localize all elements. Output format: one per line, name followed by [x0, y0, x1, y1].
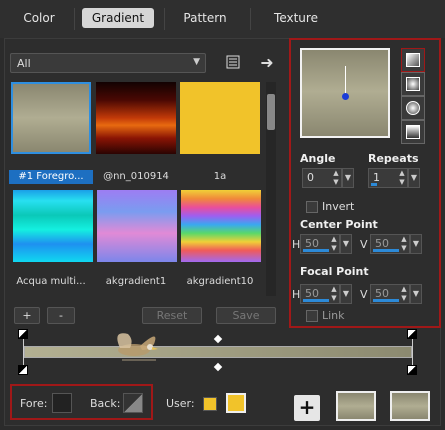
spin-arrows-icon[interactable]: ▲ ▼	[399, 235, 409, 253]
recent-gradient-1[interactable]	[336, 391, 376, 421]
scrollbar-thumb[interactable]	[267, 94, 275, 130]
user-color-small[interactable]	[203, 397, 217, 411]
focal-h-field[interactable]: 50 ▲ ▼	[300, 284, 340, 304]
swatch-label: Acqua multi...	[16, 276, 86, 287]
center-h-dropdown[interactable]: ▼	[340, 234, 352, 254]
link-checkbox[interactable]	[306, 310, 318, 322]
opacity-stop-left[interactable]	[18, 329, 28, 339]
angle-value: 0	[307, 171, 314, 184]
focal-h-bar	[303, 299, 329, 302]
focal-v-label: V	[360, 288, 368, 301]
swatch-akgradient1[interactable]	[97, 190, 177, 262]
opacity-stop-right[interactable]	[407, 329, 417, 339]
tab-pattern[interactable]: Pattern	[172, 8, 238, 28]
swatch-label: akgradient1	[105, 276, 167, 287]
swatch-label: @nn_010914	[103, 171, 169, 182]
center-point-label: Center Point	[300, 218, 378, 231]
spin-arrows-icon[interactable]: ▲ ▼	[397, 169, 407, 187]
center-point-marker[interactable]	[342, 93, 349, 100]
style-rectangular-button[interactable]	[401, 72, 425, 96]
repeats-dropdown[interactable]: ▼	[408, 168, 420, 188]
swatch-scrollbar[interactable]	[266, 82, 276, 296]
invert-checkbox[interactable]	[306, 201, 318, 213]
back-color-swatch[interactable]	[123, 393, 143, 413]
back-label: Back:	[90, 397, 121, 410]
repeats-bar	[371, 183, 377, 186]
remove-button[interactable]: -	[47, 307, 75, 324]
center-h-field[interactable]: 50 ▲ ▼	[300, 234, 340, 254]
repeats-label: Repeats	[368, 152, 419, 165]
focal-h-dropdown[interactable]: ▼	[340, 284, 352, 304]
fore-color-swatch[interactable]	[52, 393, 72, 413]
swatch-foreground[interactable]	[11, 82, 91, 154]
center-v-field[interactable]: 50 ▲ ▼	[370, 234, 410, 254]
tab-divider	[250, 8, 251, 30]
center-v-bar	[373, 249, 399, 252]
swatch-label: akgradient10	[186, 276, 254, 287]
gradient-preview[interactable]	[300, 48, 390, 138]
user-label: User:	[166, 397, 195, 410]
swatch-label: 1a	[213, 171, 227, 182]
tab-color[interactable]: Color	[8, 8, 70, 28]
angle-field[interactable]: 0 ▲ ▼	[302, 168, 342, 188]
center-h-bar	[303, 249, 329, 252]
center-v-label: V	[360, 238, 368, 251]
swatch-akgradient10[interactable]	[181, 190, 261, 262]
focal-point-label: Focal Point	[300, 265, 369, 278]
chevron-down-icon: ▼	[193, 57, 200, 67]
add-swatch-button[interactable]: +	[294, 395, 320, 421]
category-dropdown[interactable]: All ▼	[10, 53, 206, 73]
user-color-large[interactable]	[226, 393, 246, 413]
style-radial-button[interactable]	[401, 120, 425, 144]
add-button[interactable]: +	[14, 307, 40, 324]
color-stop-left[interactable]	[18, 365, 28, 375]
swatch-1a[interactable]	[180, 82, 260, 154]
gradient-strip[interactable]	[24, 346, 412, 358]
angle-dropdown[interactable]: ▼	[342, 168, 354, 188]
center-v-dropdown[interactable]: ▼	[410, 234, 422, 254]
arrow-right-icon[interactable]: ➜	[258, 53, 276, 72]
link-label: Link	[322, 309, 345, 322]
style-linear-button[interactable]	[401, 48, 425, 72]
tab-divider	[74, 8, 75, 30]
swatch-label: #1 Foregro...	[9, 170, 93, 184]
swatch-acqua[interactable]	[13, 190, 93, 262]
color-stop-right[interactable]	[407, 365, 417, 375]
spin-arrows-icon[interactable]: ▲ ▼	[329, 235, 339, 253]
angle-handle-line	[345, 66, 346, 96]
watermark-logo	[117, 333, 158, 361]
angle-label: Angle	[300, 152, 336, 165]
tab-texture[interactable]: Texture	[260, 8, 332, 28]
style-sunburst-button[interactable]	[401, 96, 425, 120]
invert-label: Invert	[322, 200, 355, 213]
fore-label: Fore:	[20, 397, 48, 410]
category-value: All	[17, 57, 31, 70]
spin-arrows-icon[interactable]: ▲ ▼	[399, 285, 409, 303]
tab-divider	[164, 8, 165, 30]
focal-v-dropdown[interactable]: ▼	[410, 284, 422, 304]
focal-v-bar	[373, 299, 399, 302]
repeats-field[interactable]: 1 ▲ ▼	[368, 168, 408, 188]
spin-arrows-icon[interactable]: ▲ ▼	[331, 169, 341, 187]
library-icon[interactable]	[224, 53, 242, 71]
recent-gradient-2[interactable]	[390, 391, 430, 421]
focal-v-field[interactable]: 50 ▲ ▼	[370, 284, 410, 304]
save-button[interactable]: Save	[216, 307, 276, 324]
spin-arrows-icon[interactable]: ▲ ▼	[329, 285, 339, 303]
tab-bar: Color Gradient Pattern Texture	[0, 0, 445, 38]
tab-gradient[interactable]: Gradient	[82, 8, 154, 28]
swatch-nn-010914[interactable]	[96, 82, 176, 154]
